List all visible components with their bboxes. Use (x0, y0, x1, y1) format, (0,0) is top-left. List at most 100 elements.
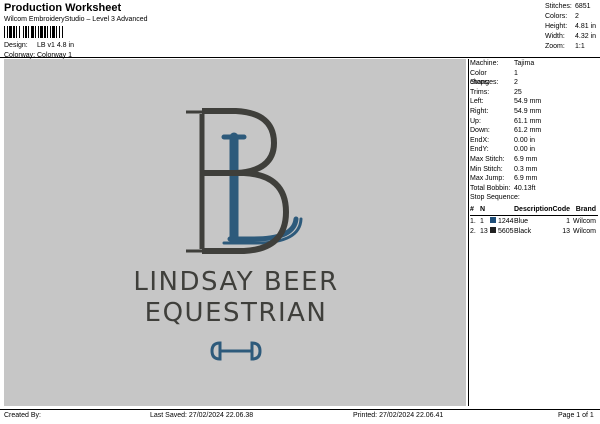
barcode (4, 26, 63, 38)
barcode-bar (25, 26, 27, 38)
summary-stats: Stitches: 6851 Colors: 2 Height: 4.81 in Wi… (545, 2, 598, 52)
row-brand: Wilcom (573, 228, 596, 236)
summary-label: Width: (545, 33, 565, 40)
machine-value: 1 (514, 69, 518, 77)
row-thread-code: 1244 (498, 218, 514, 226)
machine-label: Up: (470, 117, 481, 125)
table-row: 1. 1 1244 Blue 1 Wilcom (470, 217, 598, 227)
barcode-bar (56, 26, 57, 38)
summary-label: Zoom: (545, 43, 565, 50)
machine-label: Down: (470, 127, 490, 135)
barcode-bar (35, 26, 36, 38)
color-swatch (490, 227, 496, 234)
monogram-l (221, 132, 303, 245)
machine-value: 6.9 mm (514, 155, 538, 163)
machine-row: Machine: Tajima (470, 59, 598, 69)
machine-row: EndX: 0.00 in (470, 136, 598, 146)
machine-value: 6.9 mm (514, 175, 538, 183)
barcode-bar (62, 26, 63, 38)
summary-row: Width: 4.32 in (545, 32, 598, 42)
color-swatch (490, 217, 496, 224)
machine-label: EndX: (470, 136, 490, 144)
panel-divider (468, 59, 469, 406)
machine-label: Max Jump: (470, 175, 505, 183)
machine-value: 25 (514, 88, 522, 96)
machine-row: Total Bobbin: 40.13ft (470, 184, 598, 194)
machine-value: 61.2 mm (514, 127, 542, 135)
row-description: Blue (514, 218, 529, 226)
header-divider (0, 57, 600, 58)
col-brand: Brand (575, 206, 596, 214)
machine-row: EndY: 0.00 in (470, 145, 598, 155)
col-hash: # (470, 206, 474, 214)
barcode-bar (40, 26, 43, 38)
design-text-line1: LINDSAY BEER (133, 267, 338, 297)
summary-value: 4.81 in (575, 23, 597, 30)
stop-sequence-table: # N Description Code Brand 1. 1 1244 Blu… (470, 205, 598, 237)
machine-label: Stops: (470, 79, 490, 87)
summary-value: 1:1 (575, 43, 585, 50)
summary-label: Stitches: (545, 3, 572, 10)
row-n: 13 (480, 228, 488, 236)
summary-row: Height: 4.81 in (545, 22, 598, 32)
machine-row: Right: 54.9 mm (470, 107, 598, 117)
page-title: Production Worksheet (4, 2, 122, 14)
machine-label: Right: (470, 107, 489, 115)
barcode-bar (23, 26, 24, 38)
col-description: Description (514, 206, 553, 214)
machine-row: Up: 61.1 mm (470, 117, 598, 127)
machine-value: 0.00 in (514, 136, 536, 144)
barcode-bar (16, 26, 17, 38)
row-index: 2. (470, 228, 476, 236)
barcode-bar (38, 26, 39, 38)
machine-row: Trims: 25 (470, 88, 598, 98)
design-text-line2: EQUESTRIAN (145, 298, 328, 328)
barcode-bar (4, 26, 5, 38)
summary-row: Stitches: 6851 (545, 2, 598, 12)
row-brand: Wilcom (573, 218, 596, 226)
machine-label: Trims: (470, 88, 490, 96)
machine-label: EndY: (470, 146, 489, 154)
printed-date: Printed: 27/02/2024 22.06.41 (353, 412, 444, 419)
barcode-bar (52, 26, 55, 38)
design-label: Design: (4, 42, 28, 49)
design-preview: LINDSAY BEER EQUESTRIAN (4, 59, 466, 406)
barcode-bar (47, 26, 48, 38)
machine-value: 2 (514, 79, 518, 87)
barcode-bar (13, 26, 15, 38)
table-row: 2. 13 5605 Black 13 Wilcom (470, 227, 598, 237)
summary-value: 4.32 in (575, 33, 597, 40)
page-number: Page 1 of 1 (558, 412, 594, 419)
machine-label: Color changes: (470, 69, 499, 87)
summary-label: Height: (545, 23, 568, 30)
machine-label: Max Stitch: (470, 155, 505, 163)
last-saved: Last Saved: 27/02/2024 22.06.38 (150, 412, 254, 419)
machine-value: 54.9 mm (514, 107, 542, 115)
machine-value: 0.3 mm (514, 165, 538, 173)
row-description: Black (514, 228, 532, 236)
col-code: Code (552, 206, 571, 214)
machine-value: 0.00 in (514, 146, 536, 154)
row-code: 13 (562, 228, 570, 236)
machine-row: Min Stitch: 0.3 mm (470, 165, 598, 175)
table-header-rule (470, 215, 598, 217)
design-value: LB v1 4.8 in (37, 42, 74, 49)
created-by: Created By: (4, 412, 41, 419)
machine-row: Max Stitch: 6.9 mm (470, 155, 598, 165)
row-index: 1. (470, 218, 476, 226)
machine-row: Down: 61.2 mm (470, 126, 598, 136)
embroidery-design: LINDSAY BEER EQUESTRIAN (133, 108, 338, 361)
machine-label: Left: (470, 98, 484, 106)
col-n: N (480, 206, 486, 214)
barcode-bar (9, 26, 12, 38)
stop-sequence-title: Stop Sequence: (470, 194, 520, 202)
machine-row: Max Jump: 6.9 mm (470, 174, 598, 184)
machine-row: Left: 54.9 mm (470, 97, 598, 107)
horse-bit-icon (210, 341, 262, 361)
machine-value: 54.9 mm (514, 98, 542, 106)
software-name: Wilcom EmbroideryStudio – Level 3 Advanc… (4, 16, 148, 23)
barcode-bar (50, 26, 51, 38)
barcode-bar (28, 26, 29, 38)
machine-row: Color changes: 1 (470, 69, 598, 87)
machine-value: 40.13ft (514, 184, 536, 192)
